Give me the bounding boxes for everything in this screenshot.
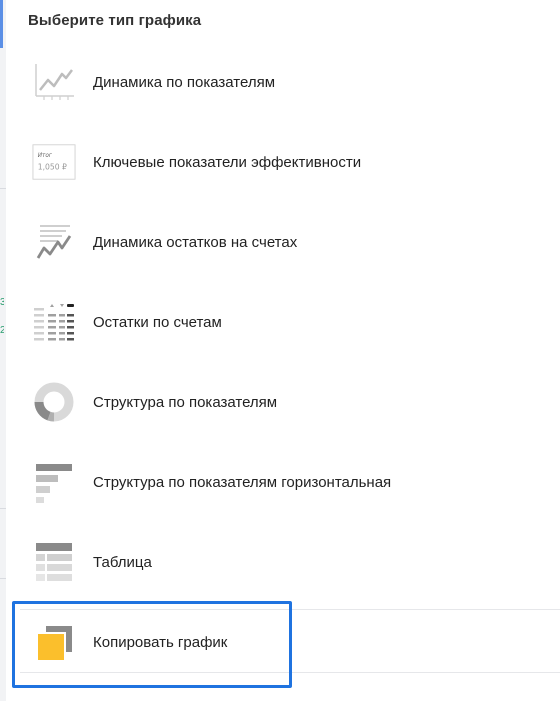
background-link-fragment: 3 [0, 298, 4, 308]
dialog-title: Выберите тип графика [28, 12, 202, 29]
kpi-icon-value: 1,050 ₽ [38, 163, 67, 172]
kpi-card-icon: Итог 1,050 ₽ [32, 140, 76, 184]
table-icon [32, 540, 76, 584]
account-balances-icon [32, 300, 76, 344]
chart-type-structure[interactable]: Структура по показателям [20, 362, 560, 442]
chart-type-dynamics[interactable]: Динамика по показателям [20, 42, 560, 122]
chart-type-picker: Выберите тип графика Динамика по показат… [14, 0, 560, 701]
chart-type-balance-dynamics[interactable]: Динамика остатков на счетах [20, 202, 560, 282]
chart-type-label: Остатки по счетам [93, 313, 222, 331]
chart-type-structure-horizontal[interactable]: Структура по показателям горизонтальная [20, 442, 560, 522]
chart-type-label: Таблица [93, 553, 152, 571]
background-divider [0, 578, 6, 579]
background-divider [0, 188, 6, 189]
horizontal-bars-icon [32, 460, 76, 504]
chart-type-label: Структура по показателям горизонтальная [93, 473, 392, 491]
chart-type-account-balances[interactable]: Остатки по счетам [20, 282, 560, 362]
background-divider [0, 508, 6, 509]
chart-type-label: Динамика остатков на счетах [93, 233, 298, 251]
chart-type-table[interactable]: Таблица [20, 522, 560, 602]
line-chart-icon [32, 60, 76, 104]
background-accent-bar [0, 0, 3, 48]
background-link-fragment: 2 [0, 326, 4, 336]
selection-highlight [12, 601, 292, 688]
donut-chart-icon [32, 380, 76, 424]
kpi-icon-caption: Итог [38, 153, 53, 159]
chart-type-label: Структура по показателям [93, 393, 278, 411]
chart-type-kpi[interactable]: Итог 1,050 ₽ Ключевые показатели эффекти… [20, 122, 560, 202]
chart-type-label: Ключевые показатели эффективности [93, 153, 362, 171]
background-page-edge [0, 0, 6, 701]
balance-trend-icon [32, 220, 76, 264]
chart-type-label: Динамика по показателям [93, 73, 276, 91]
